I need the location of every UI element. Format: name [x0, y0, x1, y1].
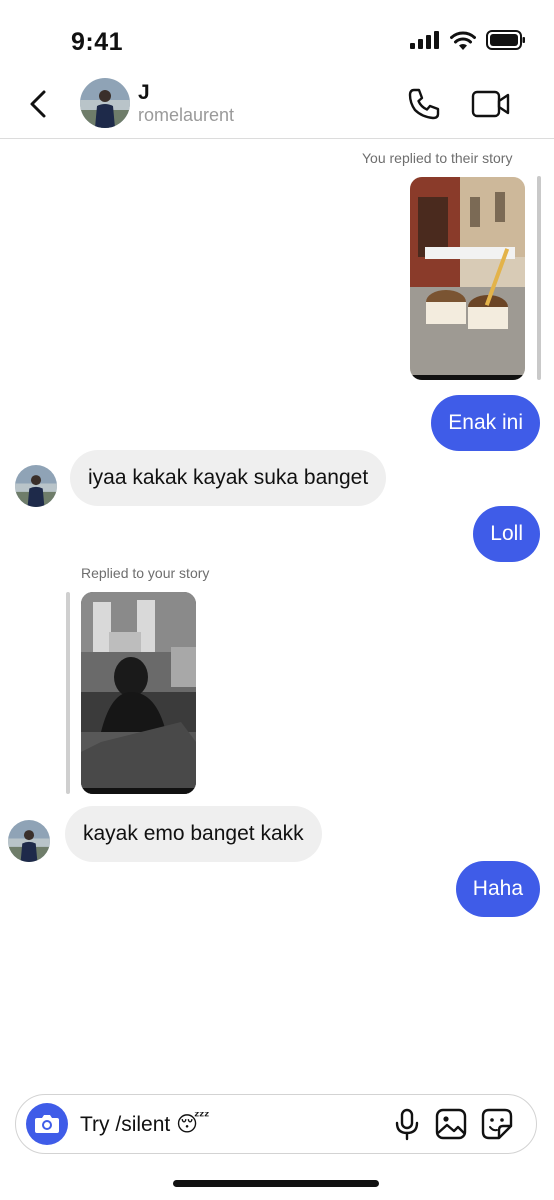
back-icon	[30, 90, 46, 118]
home-indicator[interactable]	[173, 1180, 379, 1187]
message-input[interactable]	[80, 1109, 330, 1141]
phone-icon	[408, 88, 440, 120]
back-button[interactable]	[24, 86, 52, 122]
camera-button[interactable]	[26, 1103, 68, 1145]
avatar-photo	[15, 465, 57, 507]
avatar[interactable]	[80, 78, 130, 128]
avatar-photo	[8, 820, 50, 862]
avatar[interactable]	[8, 820, 50, 862]
camera-icon	[35, 1115, 59, 1133]
reply-quote-line	[66, 592, 70, 794]
video-camera-icon	[471, 90, 510, 118]
scrollbar[interactable]	[537, 176, 541, 380]
microphone-icon	[395, 1108, 419, 1141]
contact-username[interactable]: romelaurent	[138, 105, 234, 126]
replied-to-their-story-caption: You replied to their story	[362, 150, 513, 166]
story-photo-bw	[81, 592, 196, 794]
status-icons	[410, 30, 526, 50]
avatar-photo	[80, 78, 130, 128]
outgoing-message[interactable]: Haha	[455, 861, 540, 917]
story-reply-image[interactable]	[81, 592, 196, 794]
gallery-button[interactable]	[434, 1107, 468, 1141]
chat-header: J romelaurent	[0, 72, 554, 139]
incoming-message[interactable]: kayak emo banget kakk	[65, 806, 322, 862]
message-composer	[15, 1094, 537, 1154]
replied-to-your-story-caption: Replied to your story	[81, 565, 210, 581]
signal-icon	[410, 31, 439, 49]
sticker-button[interactable]	[480, 1107, 514, 1141]
outgoing-message[interactable]: Loll	[473, 506, 540, 562]
outgoing-message[interactable]: Enak ini	[431, 395, 540, 451]
status-time: 9:41	[71, 28, 124, 56]
sticker-icon	[481, 1108, 513, 1140]
image-icon	[435, 1108, 467, 1140]
avatar[interactable]	[15, 465, 57, 507]
story-photo-cafe	[410, 177, 525, 380]
contact-name[interactable]: J	[138, 81, 150, 105]
incoming-message[interactable]: iyaa kakak kayak suka banget	[70, 450, 387, 506]
story-reply-image[interactable]	[410, 177, 525, 380]
video-call-button[interactable]	[471, 88, 511, 120]
wifi-icon	[450, 31, 476, 50]
battery-icon	[486, 30, 525, 50]
voice-call-button[interactable]	[406, 86, 442, 122]
voice-message-button[interactable]	[390, 1107, 424, 1141]
